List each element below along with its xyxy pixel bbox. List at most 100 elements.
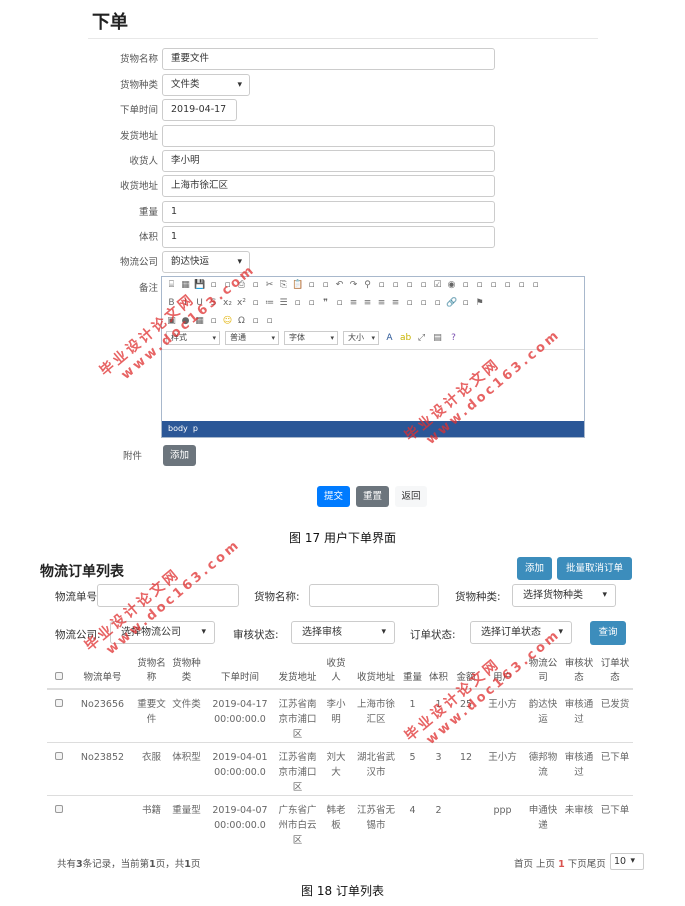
save-icon[interactable]: 💾 (194, 280, 205, 291)
query-button[interactable]: 查询 (590, 621, 626, 645)
order-no-input[interactable] (97, 584, 239, 607)
smiley-icon[interactable]: ☺ (222, 316, 233, 327)
form-icon[interactable]: ▫ (418, 280, 429, 291)
format-dropdown[interactable]: 普通 (225, 331, 279, 345)
paste-word-icon[interactable]: ▫ (320, 280, 331, 291)
subscript-icon[interactable]: x₂ (222, 298, 233, 309)
last-page-link[interactable]: 尾页 (587, 859, 606, 870)
link-icon[interactable]: 🔗 (446, 298, 457, 309)
copy-icon[interactable]: ⎘ (278, 280, 289, 291)
templates-icon[interactable]: ▫ (250, 280, 261, 291)
paste-text-icon[interactable]: ▫ (306, 280, 317, 291)
justify-icon[interactable]: ≡ (390, 298, 401, 309)
font-dropdown[interactable]: 字体 (284, 331, 338, 345)
superscript-icon[interactable]: x² (236, 298, 247, 309)
element-path[interactable]: body p (168, 424, 198, 433)
status-select[interactable]: 选择订单状态 (470, 621, 572, 644)
next-page-link[interactable]: 下页 (568, 859, 587, 870)
textarea-icon[interactable]: ▫ (474, 280, 485, 291)
bulleted-list-icon[interactable]: ☰ (278, 298, 289, 309)
maximize-icon[interactable]: ⤢ (416, 333, 427, 344)
input-0[interactable]: 重要文件 (162, 48, 495, 70)
indent-icon[interactable]: ▫ (306, 298, 317, 309)
audit-select[interactable]: 选择审核 (291, 621, 395, 644)
replace-icon[interactable]: ▫ (376, 280, 387, 291)
bold-icon[interactable]: B (166, 298, 177, 309)
select-1[interactable]: 文件类 (162, 74, 250, 96)
page-break-icon[interactable]: ▫ (250, 316, 261, 327)
unlink-icon[interactable]: ▫ (460, 298, 471, 309)
select-all-checkbox[interactable] (54, 672, 63, 680)
row-checkbox[interactable] (54, 805, 63, 813)
undo-icon[interactable]: ↶ (334, 280, 345, 291)
align-left-icon[interactable]: ≡ (348, 298, 359, 309)
source-icon[interactable]: ⌸ (166, 280, 177, 291)
outdent-icon[interactable]: ▫ (292, 298, 303, 309)
cut-icon[interactable]: ✂ (264, 280, 275, 291)
row-checkbox[interactable] (54, 752, 63, 760)
input-2[interactable]: 2019-04-17 (162, 99, 237, 121)
reset-button[interactable]: 重置 (356, 486, 389, 507)
prev-page-link[interactable]: 上页 (536, 859, 555, 870)
show-blocks-icon[interactable]: ▤ (432, 333, 443, 344)
horizontal-rule-icon[interactable]: ▫ (208, 316, 219, 327)
current-page-number[interactable]: 1 (558, 859, 565, 870)
remove-format-icon[interactable]: ▫ (250, 298, 261, 309)
input-3[interactable] (162, 125, 495, 147)
add-order-button[interactable]: 添加 (517, 557, 552, 580)
input-4[interactable]: 李小明 (162, 150, 495, 172)
anchor-icon[interactable]: ⚑ (474, 298, 485, 309)
blockquote-icon[interactable]: ❞ (320, 298, 331, 309)
redo-icon[interactable]: ↷ (348, 280, 359, 291)
rtl-icon[interactable]: ▫ (418, 298, 429, 309)
add-attachment-button[interactable]: 添加 (163, 445, 196, 466)
preview-icon[interactable]: ▦ (180, 280, 191, 291)
language-icon[interactable]: ▫ (432, 298, 443, 309)
first-page-link[interactable]: 首页 (514, 859, 533, 870)
select-all-icon[interactable]: ▫ (390, 280, 401, 291)
input-5[interactable]: 上海市徐汇区 (162, 175, 495, 197)
strike-icon[interactable]: S (208, 298, 219, 309)
print-icon[interactable]: ⎙ (236, 280, 247, 291)
image-icon[interactable]: ▣ (166, 316, 177, 327)
style-dropdown[interactable]: 样式 (166, 331, 220, 345)
batch-cancel-button[interactable]: 批量取消订单 (557, 557, 632, 580)
size-dropdown[interactable]: 大小 (343, 331, 379, 345)
checkbox-icon[interactable]: ☑ (432, 280, 443, 291)
rich-text-editor[interactable]: ⌸ ▦ 💾 ▫ ▫ ⎙ ▫ ✂ ⎘ 📋 ▫ ▫ ↶ ↷ ⚲ ▫ ▫ ▫ ▫ ☑ ◉ ▫ ▫ ▫ ▫ ▫ ▫ B I U Sx₂ x² ▫ ≔ ☰ ▫… (161, 276, 585, 438)
numbered-list-icon[interactable]: ≔ (264, 298, 275, 309)
text-color-icon[interactable]: A (384, 333, 395, 344)
input-7[interactable]: 1 (162, 226, 495, 248)
table-icon[interactable]: ▦ (194, 316, 205, 327)
company-select[interactable]: 选择物流公司 (110, 621, 215, 644)
goods-name-input[interactable] (309, 584, 439, 607)
submit-button[interactable]: 提交 (317, 486, 350, 507)
align-right-icon[interactable]: ≡ (376, 298, 387, 309)
select-8[interactable]: 韵达快运 (162, 251, 250, 273)
underline-icon[interactable]: U (194, 298, 205, 309)
goods-type-select[interactable]: 选择货物种类 (512, 584, 616, 607)
bg-color-icon[interactable]: ab (400, 333, 411, 344)
paste-icon[interactable]: 📋 (292, 280, 303, 291)
textfield-icon[interactable]: ▫ (460, 280, 471, 291)
help-icon[interactable]: ? (448, 333, 459, 344)
back-button[interactable]: 返回 (395, 486, 427, 507)
image-button-icon[interactable]: ▫ (516, 280, 527, 291)
row-checkbox[interactable] (54, 699, 63, 707)
ltr-icon[interactable]: ▫ (404, 298, 415, 309)
special-char-icon[interactable]: Ω (236, 316, 247, 327)
div-icon[interactable]: ▫ (334, 298, 345, 309)
spellcheck-icon[interactable]: ▫ (404, 280, 415, 291)
print-preview-icon[interactable]: ▫ (222, 280, 233, 291)
flash-icon[interactable]: ● (180, 316, 191, 327)
radio-icon[interactable]: ◉ (446, 280, 457, 291)
iframe-icon[interactable]: ▫ (264, 316, 275, 327)
page-size-select[interactable]: 10 (610, 853, 644, 870)
select-icon[interactable]: ▫ (488, 280, 499, 291)
italic-icon[interactable]: I (180, 298, 191, 309)
button-icon[interactable]: ▫ (502, 280, 513, 291)
find-icon[interactable]: ⚲ (362, 280, 373, 291)
align-center-icon[interactable]: ≡ (362, 298, 373, 309)
input-6[interactable]: 1 (162, 201, 495, 223)
new-page-icon[interactable]: ▫ (208, 280, 219, 291)
